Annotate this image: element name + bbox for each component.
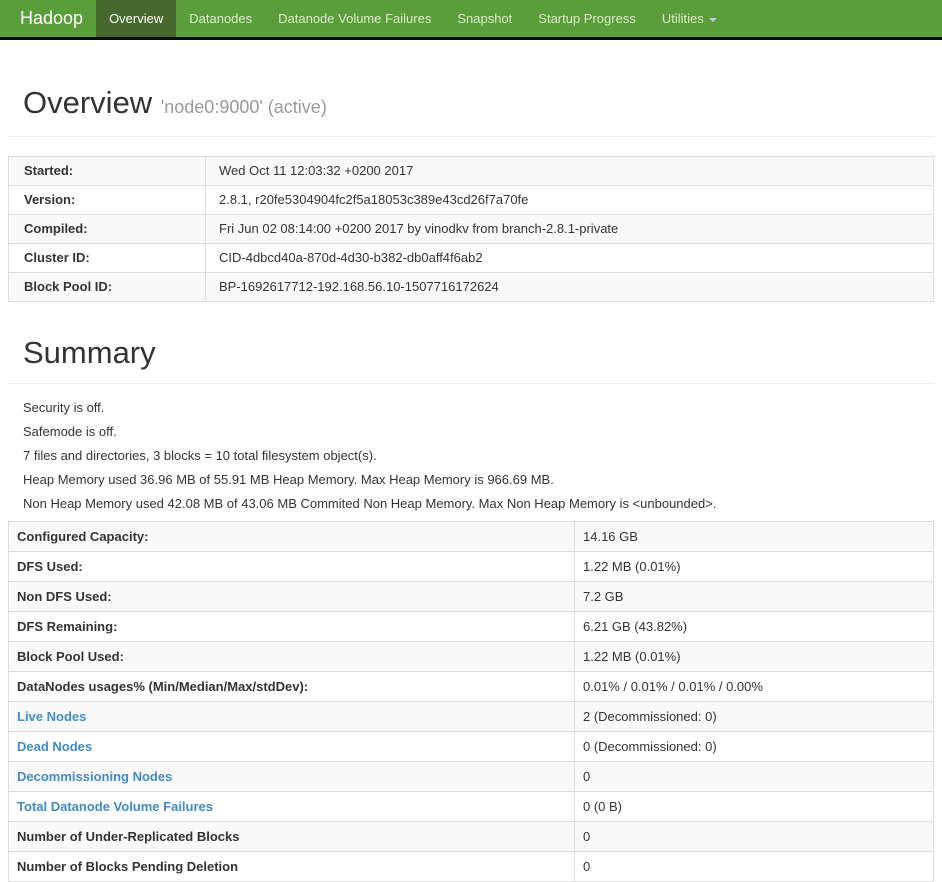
row-value: 2 (Decommissioned: 0) — [574, 701, 934, 732]
overview-header: Overview 'node0:9000' (active) — [8, 86, 934, 137]
page-title: Overview 'node0:9000' (active) — [23, 86, 934, 124]
nav-link-datanode-volume-failures[interactable]: Datanode Volume Failures — [265, 0, 444, 37]
total-datanode-volume-failures-link[interactable]: Total Datanode Volume Failures — [17, 799, 213, 814]
row-value: CID-4dbcd40a-870d-4d30-b382-db0aff4f6ab2 — [205, 243, 934, 273]
row-label: Block Pool ID: — [8, 272, 206, 302]
row-label: Configured Capacity: — [8, 521, 575, 552]
row-value: 0.01% / 0.01% / 0.01% / 0.00% — [574, 671, 934, 702]
row-label: Dead Nodes — [8, 731, 575, 762]
row-value: 0 (Decommissioned: 0) — [574, 731, 934, 762]
table-row-dfs-used: DFS Used: 1.22 MB (0.01%) — [8, 551, 934, 582]
row-label: Cluster ID: — [8, 243, 206, 273]
table-row-live-nodes: Live Nodes 2 (Decommissioned: 0) — [8, 701, 934, 732]
row-value: 7.2 GB — [574, 581, 934, 612]
dead-nodes-link[interactable]: Dead Nodes — [17, 739, 92, 754]
nav-item-startup-progress[interactable]: Startup Progress — [525, 0, 649, 37]
page-title-text: Overview — [23, 85, 153, 120]
table-row-block-pool-used: Block Pool Used: 1.22 MB (0.01%) — [8, 641, 934, 672]
nav-label: Datanodes — [189, 11, 253, 26]
table-row-non-dfs-used: Non DFS Used: 7.2 GB — [8, 581, 934, 612]
row-value: 0 — [574, 761, 934, 792]
nav-label: Utilities — [661, 11, 704, 26]
row-value: 1.22 MB (0.01%) — [574, 551, 934, 582]
nav-item-utilities[interactable]: Utilities — [649, 0, 730, 37]
row-label: DFS Remaining: — [8, 611, 575, 642]
row-value: 6.21 GB (43.82%) — [574, 611, 934, 642]
table-row-number-of-blocks-pending-deletion: Number of Blocks Pending Deletion 0 — [8, 851, 934, 882]
table-row-cluster-id: Cluster ID: CID-4dbcd40a-870d-4d30-b382-d… — [8, 243, 934, 273]
navbar: Hadoop Overview Datanodes Datanode Volume … — [0, 0, 942, 40]
row-label: Version: — [8, 185, 206, 215]
row-label: Total Datanode Volume Failures — [8, 791, 575, 822]
summary-header: Summary — [8, 336, 934, 384]
table-row-version: Version: 2.8.1, r20fe5304904fc2f5a18053c3… — [8, 185, 934, 215]
row-value: 0 (0 B) — [574, 791, 934, 822]
row-label: Number of Under-Replicated Blocks — [8, 821, 575, 852]
table-row-datanodes-usages-min-median-max-stddev: DataNodes usages% (Min/Median/Max/stdDev… — [8, 671, 934, 702]
nav-item-overview[interactable]: Overview — [96, 0, 177, 37]
nav-label: Snapshot — [457, 11, 513, 26]
table-row-compiled: Compiled: Fri Jun 02 08:14:00 +0200 2017 … — [8, 214, 934, 244]
nav-item-datanodes[interactable]: Datanodes — [176, 0, 265, 37]
summary-line-1: Safemode is off. — [23, 424, 117, 439]
row-value: 1.22 MB (0.01%) — [574, 641, 934, 672]
nav-label: Overview — [109, 11, 164, 26]
summary-text-block: Security is off. Safemode is off. 7 files … — [8, 401, 934, 510]
live-nodes-link[interactable]: Live Nodes — [17, 709, 86, 724]
summary-line-2: 7 files and directories, 3 blocks = 10 t… — [23, 448, 377, 463]
table-row-started: Started: Wed Oct 11 12:03:32 +0200 2017 — [8, 156, 934, 186]
nav-label: Datanode Volume Failures — [278, 11, 432, 26]
table-row-dead-nodes: Dead Nodes 0 (Decommissioned: 0) — [8, 731, 934, 762]
row-value: 2.8.1, r20fe5304904fc2f5a18053c389e43cd2… — [205, 185, 934, 215]
namenode-info-table-body: Started: Wed Oct 11 12:03:32 +0200 2017 Ve… — [8, 156, 934, 302]
table-row-decommissioning-nodes: Decommissioning Nodes 0 — [8, 761, 934, 792]
row-value: Wed Oct 11 12:03:32 +0200 2017 — [205, 156, 934, 186]
row-label: DataNodes usages% (Min/Median/Max/stdDev… — [8, 671, 575, 702]
row-label: Compiled: — [8, 214, 206, 244]
summary-line-4: Non Heap Memory used 42.08 MB of 43.06 M… — [23, 496, 717, 511]
row-label: Non DFS Used: — [8, 581, 575, 612]
row-value: 0 — [574, 821, 934, 852]
summary-table: Configured Capacity: 14.16 GB DFS Used: 1.2… — [8, 521, 934, 882]
row-value: 14.16 GB — [574, 521, 934, 552]
namenode-address: 'node0:9000' (active) — [160, 97, 327, 117]
nav-link-snapshot[interactable]: Snapshot — [444, 0, 525, 37]
main-content: Overview 'node0:9000' (active) Started: W… — [0, 86, 942, 882]
row-value: BP-1692617712-192.168.56.10-150771617262… — [205, 272, 934, 302]
row-label: Decommissioning Nodes — [8, 761, 575, 792]
row-label: Block Pool Used: — [8, 641, 575, 672]
table-row-number-of-under-replicated-blocks: Number of Under-Replicated Blocks 0 — [8, 821, 934, 852]
navbar-menu: Overview Datanodes Datanode Volume Failure… — [96, 0, 730, 37]
decommissioning-nodes-link[interactable]: Decommissioning Nodes — [17, 769, 172, 784]
chevron-down-icon — [708, 17, 717, 22]
row-value: 0 — [574, 851, 934, 882]
row-label: Live Nodes — [8, 701, 575, 732]
table-row-total-datanode-volume-failures: Total Datanode Volume Failures 0 (0 B) — [8, 791, 934, 822]
nav-link-datanodes[interactable]: Datanodes — [176, 0, 265, 37]
nav-item-datanode-volume-failures[interactable]: Datanode Volume Failures — [265, 0, 444, 37]
row-label: Number of Blocks Pending Deletion — [8, 851, 575, 882]
summary-table-body: Configured Capacity: 14.16 GB DFS Used: 1.2… — [8, 521, 934, 882]
row-label: DFS Used: — [8, 551, 575, 582]
summary-line-0: Security is off. — [23, 400, 105, 415]
summary-title: Summary — [23, 335, 156, 370]
row-value: Fri Jun 02 08:14:00 +0200 2017 by vinodk… — [205, 214, 934, 244]
row-label: Started: — [8, 156, 206, 186]
table-row-configured-capacity: Configured Capacity: 14.16 GB — [8, 521, 934, 552]
namenode-info-table: Started: Wed Oct 11 12:03:32 +0200 2017 Ve… — [8, 156, 934, 302]
table-row-dfs-remaining: DFS Remaining: 6.21 GB (43.82%) — [8, 611, 934, 642]
brand-hadoop[interactable]: Hadoop — [7, 0, 96, 37]
nav-item-snapshot[interactable]: Snapshot — [444, 0, 525, 37]
summary-line-3: Heap Memory used 36.96 MB of 55.91 MB He… — [23, 472, 554, 487]
nav-link-startup-progress[interactable]: Startup Progress — [525, 0, 649, 37]
nav-label: Startup Progress — [538, 11, 636, 26]
nav-link-utilities[interactable]: Utilities — [649, 0, 730, 37]
table-row-block-pool-id: Block Pool ID: BP-1692617712-192.168.56.1… — [8, 272, 934, 302]
nav-link-overview[interactable]: Overview — [96, 0, 177, 37]
